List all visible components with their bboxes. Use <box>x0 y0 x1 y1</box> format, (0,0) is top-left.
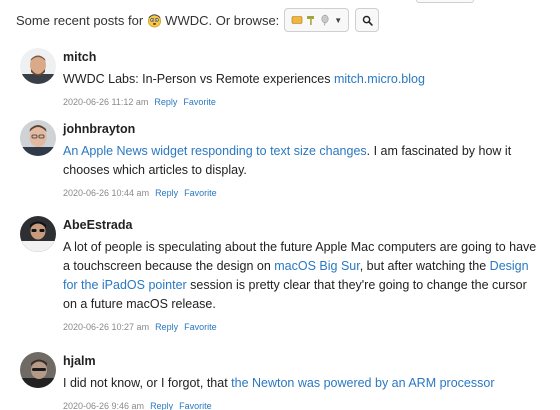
post-username[interactable]: AbeEstrada <box>63 216 540 234</box>
search-icon <box>362 15 373 26</box>
header-tag: WWDC. Or browse: <box>165 12 280 28</box>
post-date[interactable]: 2020-06-26 10:44 am <box>63 188 149 198</box>
reply-link[interactable]: Reply <box>155 188 178 198</box>
emoji-browse-dropdown[interactable]: ▼ <box>284 8 350 32</box>
post-date[interactable]: 2020-06-26 10:27 am <box>63 322 149 332</box>
post-text-segment: I did not know, or I forgot, that <box>63 376 232 390</box>
balloon-emoji-icon <box>321 14 329 26</box>
post-meta: 2020-06-26 11:12 am Reply Favorite <box>63 96 540 108</box>
post-text-segment: WWDC Labs: In-Person vs Remote experienc… <box>63 72 334 86</box>
favorite-link[interactable]: Favorite <box>179 401 212 410</box>
post-link[interactable]: mitch.micro.blog <box>334 72 425 86</box>
post-meta: 2020-06-26 10:27 am Reply Favorite <box>63 321 540 333</box>
post-text: An Apple News widget responding to text … <box>63 142 540 180</box>
favorite-link[interactable]: Favorite <box>183 97 216 107</box>
post-text: WWDC Labs: In-Person vs Remote experienc… <box>63 70 540 89</box>
reply-link[interactable]: Reply <box>154 97 177 107</box>
card-emoji-icon <box>291 16 303 24</box>
favorite-link[interactable]: Favorite <box>184 322 217 332</box>
post-text-segment: , but after watching the <box>359 259 490 273</box>
reply-link[interactable]: Reply <box>155 322 178 332</box>
header-prefix: Some recent posts for <box>16 12 144 28</box>
post-text: I did not know, or I forgot, that the Ne… <box>63 374 540 393</box>
post-text: A lot of people is speculating about the… <box>63 238 540 314</box>
post-username[interactable]: hjalm <box>63 352 540 370</box>
post-username[interactable]: mitch <box>63 48 540 66</box>
top-button-edge <box>416 0 474 3</box>
post-meta: 2020-06-26 10:44 am Reply Favorite <box>63 187 540 199</box>
favorite-link[interactable]: Favorite <box>184 188 217 198</box>
avatar[interactable] <box>20 48 56 84</box>
reply-link[interactable]: Reply <box>150 401 173 410</box>
post-meta: 2020-06-26 9:46 am Reply Favorite <box>63 400 540 410</box>
browse-header: Some recent posts for WWDC. Or browse: ▼ <box>16 8 380 32</box>
post-date[interactable]: 2020-06-26 9:46 am <box>63 401 144 410</box>
chevron-down-icon: ▼ <box>334 15 343 25</box>
hammer-emoji-icon <box>307 16 315 25</box>
post-link[interactable]: the Newton was powered by an ARM process… <box>231 376 494 390</box>
post-date[interactable]: 2020-06-26 11:12 am <box>63 97 148 107</box>
post-link[interactable]: An Apple News widget responding to text … <box>63 144 367 158</box>
post-link[interactable]: macOS Big Sur <box>274 259 359 273</box>
face-emoji-icon <box>148 13 162 27</box>
avatar[interactable] <box>20 120 56 156</box>
avatar[interactable] <box>20 352 56 388</box>
search-button[interactable] <box>355 8 380 32</box>
post-username[interactable]: johnbrayton <box>63 120 540 138</box>
avatar[interactable] <box>20 216 56 252</box>
